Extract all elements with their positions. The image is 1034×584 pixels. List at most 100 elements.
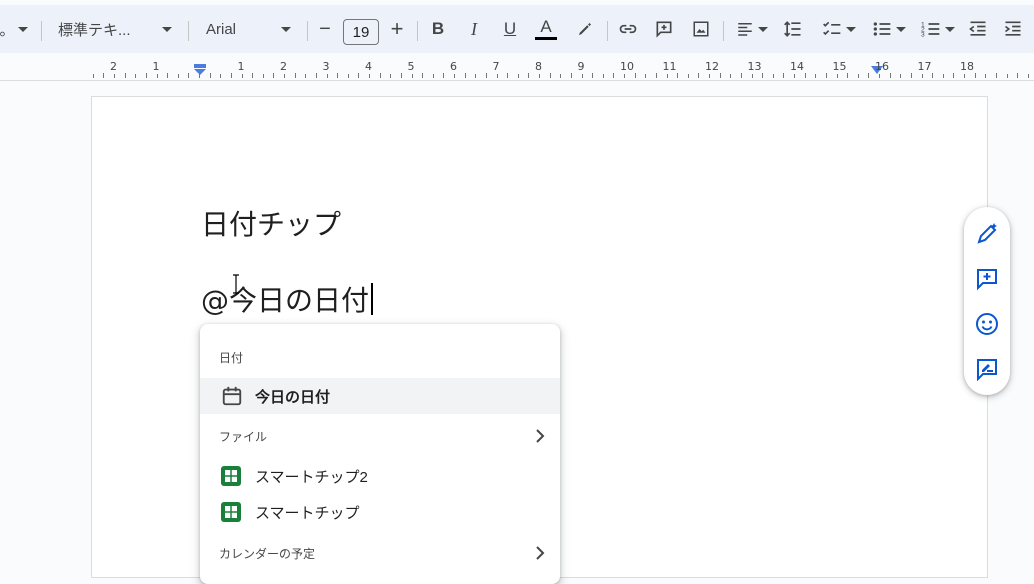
ruler-tick (464, 73, 466, 78)
ruler-tick (698, 73, 700, 78)
ruler-tick (751, 74, 753, 78)
ruler-tick (953, 73, 955, 78)
bold-button[interactable]: B (426, 5, 450, 53)
horizontal-ruler[interactable]: 2 1 1 2 3 4 5 6 7 8 9 10 11 12 13 14 15 16 17 18 (0, 58, 1034, 81)
numbered-list-dropdown[interactable]: 123 (916, 5, 960, 53)
emoji-icon[interactable] (975, 312, 999, 336)
ruler-number: 18 (960, 60, 974, 73)
ruler-tick (507, 73, 509, 78)
divider (417, 21, 418, 41)
menu-item-label: スマートチップ (255, 504, 360, 522)
bulleted-list-icon (873, 22, 891, 36)
ruler-tick (847, 73, 849, 78)
add-comment-button[interactable] (652, 5, 676, 53)
ai-pen-icon[interactable] (975, 222, 999, 246)
document-heading[interactable]: 日付チップ (201, 203, 341, 243)
ruler-tick (879, 74, 880, 78)
font-size-input[interactable]: 19 (343, 19, 379, 45)
underline-button[interactable]: U (498, 5, 522, 53)
ruler-tick (910, 73, 912, 78)
ruler-tick (549, 73, 551, 78)
ruler-number: 1 (152, 60, 160, 73)
suggest-edits-icon[interactable] (975, 357, 999, 381)
sheets-icon (221, 466, 241, 486)
menu-item-today-date[interactable]: 今日の日付 (200, 378, 560, 414)
ruler-tick (921, 74, 923, 78)
ruler-tick (496, 74, 498, 78)
ruler-number: 8 (535, 60, 542, 73)
ruler-tick (687, 74, 689, 78)
ruler-tick (815, 74, 817, 78)
left-indent-marker-icon[interactable] (193, 64, 207, 76)
ruler-tick (284, 74, 285, 78)
menu-item-file[interactable]: スマートチップ2 (200, 458, 560, 494)
ruler-tick (294, 73, 296, 78)
ruler-number: 4 (365, 60, 372, 73)
ruler-tick (985, 74, 987, 78)
section-header-date: 日付 (219, 351, 244, 365)
chevron-down-icon (945, 26, 955, 32)
decrease-font-size-button[interactable]: − (313, 5, 337, 53)
menu-item-file[interactable]: スマートチップ (200, 494, 560, 530)
ruler-tick (900, 74, 902, 78)
ruler-tick (1027, 74, 1029, 78)
ruler-tick (347, 74, 349, 78)
ruler-tick (369, 74, 370, 78)
divider (188, 21, 189, 41)
line-spacing-button[interactable] (781, 5, 805, 53)
paragraph-style-dropdown[interactable]: 標準テキ... (50, 5, 180, 53)
font-family-dropdown[interactable]: Arial (196, 5, 300, 53)
insert-image-button[interactable] (689, 5, 713, 53)
insert-link-button[interactable] (616, 5, 640, 53)
ruler-tick (1017, 73, 1019, 78)
ruler-tick (358, 73, 360, 78)
side-action-panel (964, 207, 1010, 395)
ruler-tick (709, 74, 710, 78)
ruler-tick (485, 73, 487, 78)
section-files-row[interactable]: ファイル (200, 418, 560, 454)
ruler-tick (857, 74, 859, 78)
decrease-indent-button[interactable] (966, 5, 990, 53)
ruler-tick (230, 73, 232, 78)
ruler-tick (337, 73, 339, 78)
ruler-number: 10 (620, 60, 634, 73)
ruler-tick (103, 73, 105, 78)
highlight-button[interactable] (573, 5, 597, 53)
line-spacing-icon (784, 21, 801, 37)
chevron-down-icon (281, 26, 291, 32)
ruler-tick (613, 73, 615, 78)
ruler-tick (400, 73, 402, 78)
ruler-tick (974, 73, 976, 78)
add-comment-icon[interactable] (975, 267, 999, 291)
highlighter-icon (579, 23, 591, 35)
italic-button[interactable]: I (462, 5, 486, 53)
font-family-label: Arial (206, 20, 237, 38)
align-dropdown[interactable] (732, 5, 772, 53)
link-icon (619, 24, 637, 34)
increase-indent-button[interactable] (1001, 5, 1025, 53)
ruler-tick (114, 74, 115, 78)
numbered-list-icon: 123 (921, 22, 940, 39)
checklist-dropdown[interactable] (818, 5, 860, 53)
ruler-tick (517, 74, 519, 78)
ruler-tick (730, 74, 732, 78)
align-left-icon (738, 23, 752, 36)
ruler-number: 5 (407, 60, 415, 73)
ruler-tick (92, 74, 94, 78)
bulleted-list-dropdown[interactable] (867, 5, 911, 53)
formatting-toolbar: 。 標準テキ... Arial − 19 + B I U A 1 2 3 (0, 5, 1034, 53)
ruler-tick (804, 73, 806, 78)
ruler-tick (326, 74, 328, 78)
increase-font-size-button[interactable]: + (385, 5, 409, 53)
ruler-number: 2 (110, 60, 117, 73)
ruler-tick (220, 74, 222, 78)
zoom-dropdown-caret[interactable] (14, 5, 32, 53)
divider (607, 21, 608, 41)
ruler-tick (209, 73, 211, 78)
ruler-tick (273, 73, 275, 78)
document-typed-line[interactable]: @今日の日付 (201, 279, 374, 319)
typed-text: @今日の日付 (201, 284, 370, 317)
section-calendar-row[interactable]: カレンダーの予定 (200, 535, 560, 571)
text-color-button[interactable]: A (533, 5, 559, 53)
ruler-tick (825, 73, 827, 78)
